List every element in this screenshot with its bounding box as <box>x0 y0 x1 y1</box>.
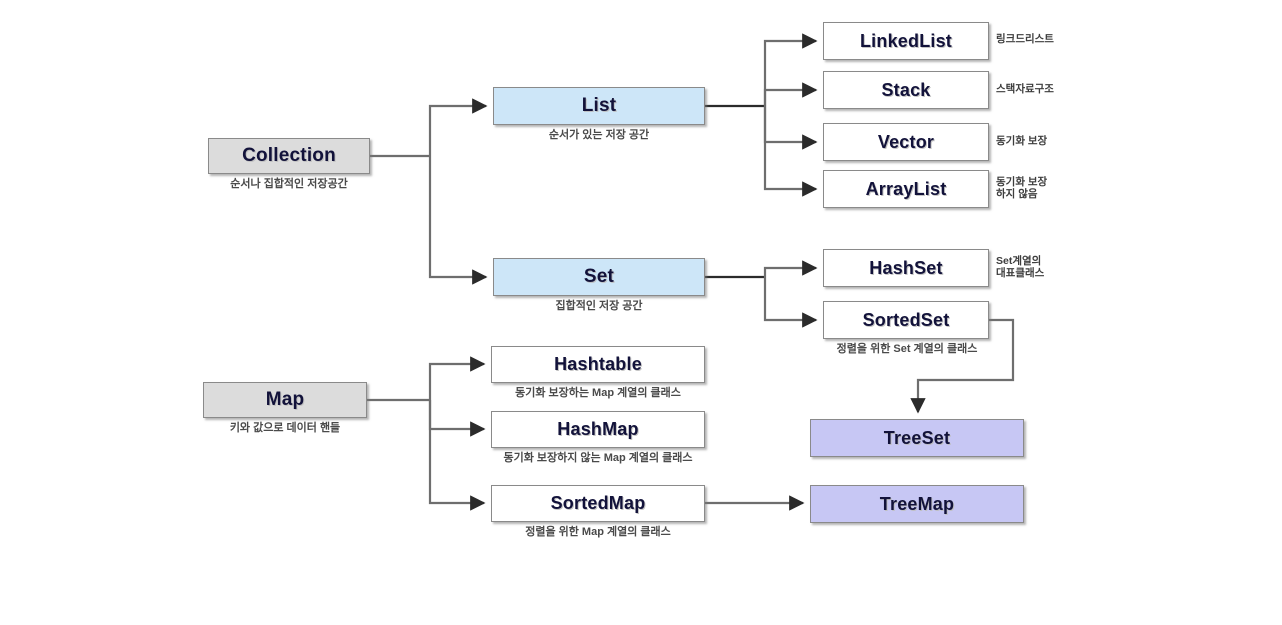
node-set[interactable]: Set <box>493 258 705 296</box>
wire-map-sortedmap <box>428 400 486 511</box>
node-stack[interactable]: Stack <box>823 71 989 109</box>
caption-sortedset: 정렬을 위한 Set 계열의 클래스 <box>836 343 978 355</box>
node-label-arraylist: ArrayList <box>865 178 947 199</box>
node-label-sortedmap: SortedMap <box>550 493 646 513</box>
node-label-list: List <box>581 95 617 116</box>
wire-list-linkedlist <box>763 33 818 106</box>
node-sortedmap[interactable]: SortedMap <box>491 485 705 522</box>
node-treeset[interactable]: TreeSet <box>810 419 1024 457</box>
node-vector[interactable]: Vector <box>823 123 989 161</box>
node-label-hashtable: Hashtable <box>554 354 642 374</box>
diagram-canvas: Collection List Set LinkedList Stack Vec… <box>0 0 1282 625</box>
wire-list-arraylist <box>763 106 818 197</box>
caption-collection: 순서나 집합적인 저장공간 <box>230 178 348 190</box>
caption-set: 집합적인 저장 공간 <box>555 300 643 312</box>
node-hashset[interactable]: HashSet <box>823 249 989 287</box>
node-label-stack: Stack <box>881 79 931 100</box>
node-label-map: Map <box>265 389 305 410</box>
node-label-sortedset: SortedSet <box>862 309 950 330</box>
sidenote-vector: 동기화 보장 <box>996 135 1048 147</box>
node-label-collection: Collection <box>242 145 336 166</box>
node-label-hashset: HashSet <box>869 257 943 278</box>
caption-list: 순서가 있는 저장 공간 <box>548 129 650 141</box>
node-hashtable[interactable]: Hashtable <box>491 346 705 383</box>
wire-set-sortedset <box>763 277 818 328</box>
node-label-vector: Vector <box>877 131 935 152</box>
node-label-linkedlist: LinkedList <box>859 30 952 51</box>
node-sortedset[interactable]: SortedSet <box>823 301 989 339</box>
node-collection[interactable]: Collection <box>208 138 370 174</box>
node-hashmap[interactable]: HashMap <box>491 411 705 448</box>
sidenote-linkedlist: 링크드리스트 <box>996 33 1054 45</box>
caption-hashmap: 동기화 보장하지 않는 Map 계열의 클래스 <box>503 452 693 464</box>
caption-hashtable: 동기화 보장하는 Map 계열의 클래스 <box>515 387 681 399</box>
node-label-treeset: TreeSet <box>883 427 951 448</box>
wire-list-stack <box>763 82 818 106</box>
wire-set-hashset <box>763 260 818 277</box>
node-label-treemap: TreeMap <box>879 493 955 514</box>
wire-list-vector <box>763 106 818 150</box>
sidenote-arraylist: 동기화 보장 하지 않음 <box>996 176 1048 200</box>
node-list[interactable]: List <box>493 87 705 125</box>
sidenote-stack: 스택자료구조 <box>996 83 1054 95</box>
caption-sortedmap: 정렬을 위한 Map 계열의 클래스 <box>525 526 671 538</box>
node-label-set: Set <box>583 266 615 287</box>
node-label-hashmap: HashMap <box>557 419 639 439</box>
node-linkedlist[interactable]: LinkedList <box>823 22 989 60</box>
wire-map-hashtable <box>428 356 486 400</box>
wire-map-hashmap <box>428 400 486 437</box>
node-treemap[interactable]: TreeMap <box>810 485 1024 523</box>
node-map[interactable]: Map <box>203 382 367 418</box>
wire-collection-set <box>428 156 488 285</box>
caption-map: 키와 값으로 데이터 핸들 <box>229 422 341 434</box>
node-arraylist[interactable]: ArrayList <box>823 170 989 208</box>
sidenote-hashset: Set계열의 대표클래스 <box>996 255 1045 279</box>
wire-collection-list <box>428 98 488 156</box>
